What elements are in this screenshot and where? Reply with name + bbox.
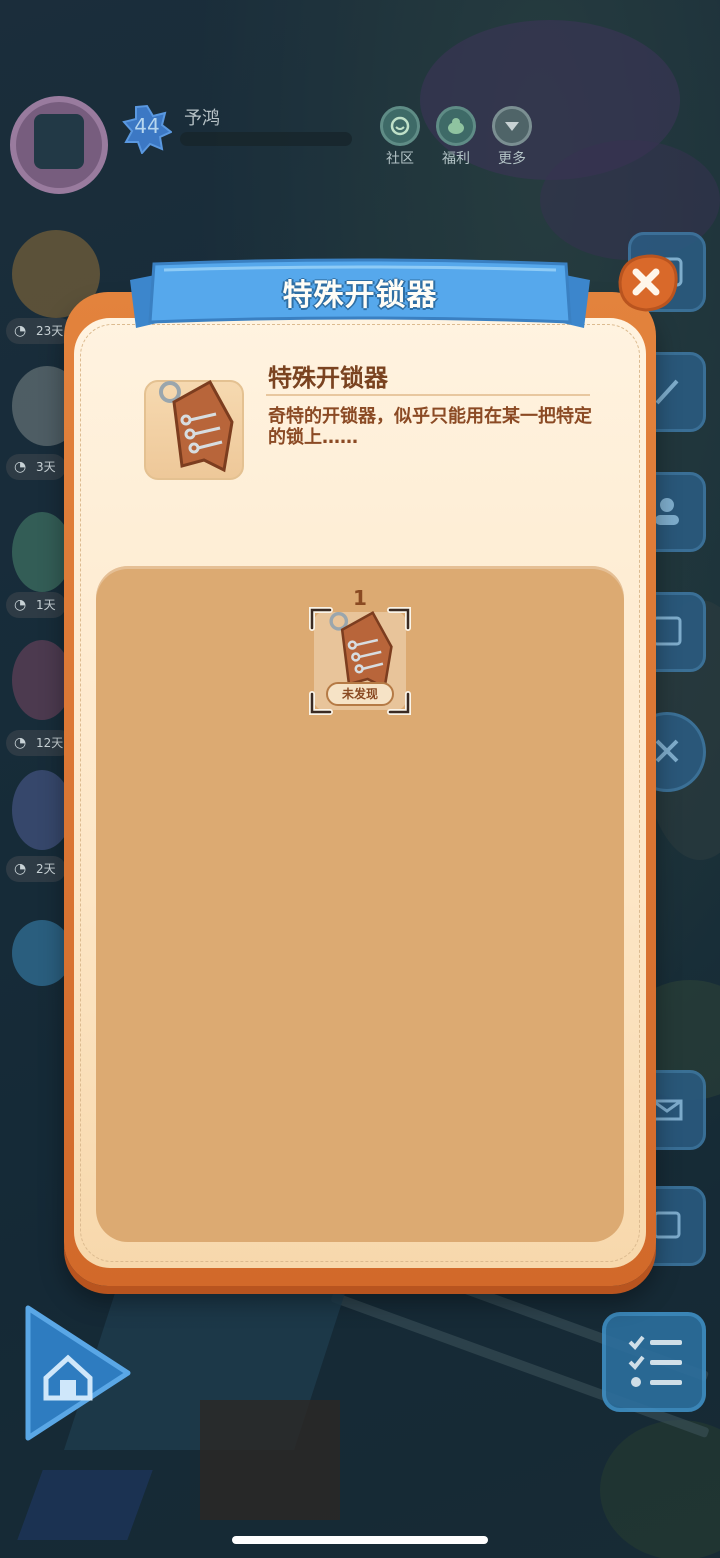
- event-timer: 1天: [6, 592, 66, 618]
- dialog-title: 特殊开锁器: [282, 278, 438, 313]
- event-timer: 2天: [6, 856, 66, 882]
- more-label: 更多: [498, 151, 526, 167]
- item-description: 奇特的开锁器，似乎只能用在某一把特定的锁上……: [268, 406, 592, 448]
- community-label: 社区: [386, 151, 414, 167]
- welfare-icon: [448, 118, 464, 134]
- tasks-button[interactable]: [602, 1312, 706, 1412]
- checklist-icon: [628, 1335, 682, 1387]
- level-number: 44: [134, 114, 160, 138]
- home-button[interactable]: [18, 1298, 138, 1448]
- collection-slot[interactable]: 未发现: [308, 606, 412, 716]
- expand-arrow-button[interactable]: [12, 920, 72, 986]
- close-button[interactable]: [612, 252, 680, 314]
- welfare-button[interactable]: [436, 106, 476, 146]
- more-icon: [505, 122, 519, 131]
- item-name: 特殊开锁器: [268, 364, 388, 392]
- lock-pick-kit-icon: [159, 379, 234, 473]
- status-badge: 未发现: [326, 682, 394, 706]
- welfare-label: 福利: [442, 151, 470, 167]
- player-name: 予鸿: [184, 108, 220, 129]
- divider: [266, 394, 590, 396]
- event-icon[interactable]: [12, 640, 72, 720]
- event-timer: 3天: [6, 454, 66, 480]
- close-icon: [618, 254, 678, 312]
- player-avatar[interactable]: [10, 96, 108, 194]
- event-icon[interactable]: [12, 770, 72, 850]
- event-icon[interactable]: [12, 512, 72, 592]
- item-icon-frame: [144, 379, 244, 480]
- xp-bar: [180, 132, 352, 146]
- community-button[interactable]: [380, 106, 420, 146]
- more-button[interactable]: [492, 106, 532, 146]
- community-icon: [390, 116, 410, 136]
- home-indicator[interactable]: [232, 1536, 488, 1544]
